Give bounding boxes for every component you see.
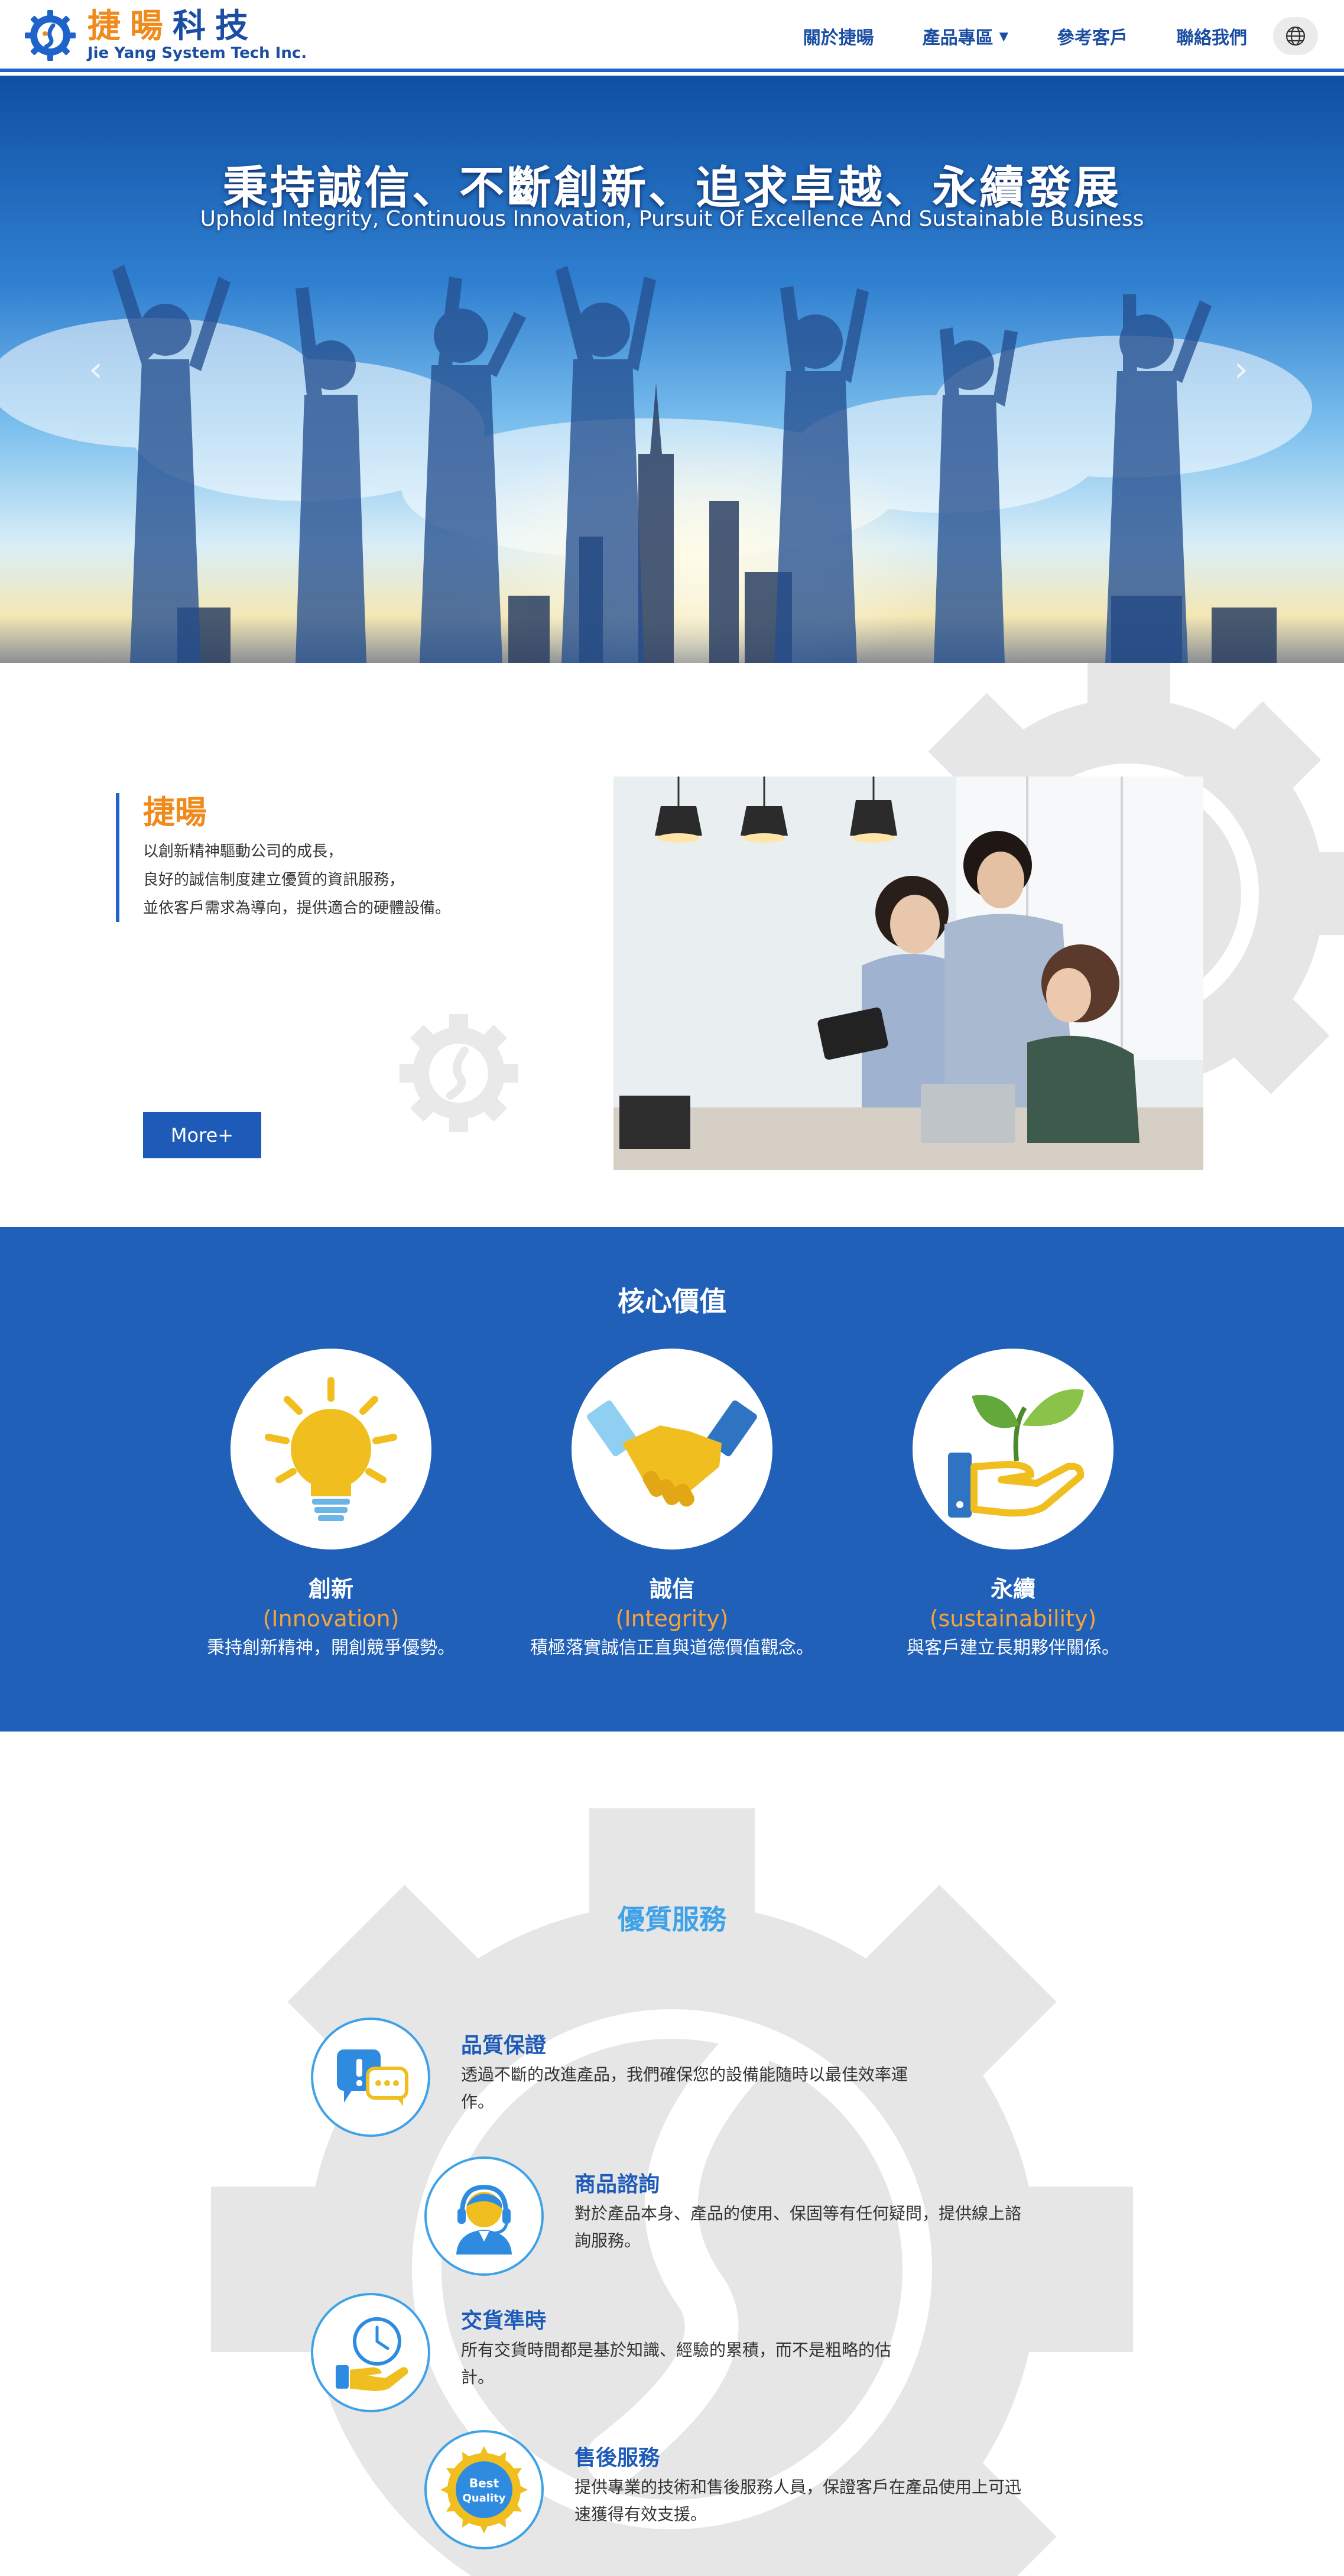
core-values-title: 核心價值 bbox=[618, 1285, 726, 1317]
language-globe-button[interactable] bbox=[1273, 17, 1318, 55]
value-innovation: 創新 (Innovation) 秉持創新精神，開創競爭優勢。 bbox=[177, 1349, 485, 1659]
company-logo[interactable]: 捷暘科技 Jie Yang System Tech Inc. bbox=[24, 7, 307, 64]
about-accent-bar bbox=[116, 793, 119, 922]
about-section: 捷暘 以創新精神驅動公司的成長， 良好的誠信制度建立優質的資訊服務， 並依客戶需… bbox=[0, 663, 1344, 1227]
value-name: 永續 bbox=[990, 1576, 1035, 1602]
value-english-name: (sustainability) bbox=[929, 1606, 1097, 1632]
value-description: 秉持創新精神，開創競爭優勢。 bbox=[207, 1638, 455, 1658]
nav-clients[interactable]: 參考客戶 bbox=[1057, 23, 1128, 49]
service-name: 品質保證 bbox=[461, 2033, 547, 2058]
clock-hand-icon bbox=[311, 2293, 430, 2412]
hero-banner: 秉持誠信、不斷創新、追求卓越、永續發展 Uphold Integrity, Co… bbox=[0, 76, 1344, 663]
service-description: 提供專業的技術和售後服務人員，保證客戶在產品使用上可迅速獲得有效支援。 bbox=[574, 2477, 1022, 2524]
hero-subtitle: Uphold Integrity, Continuous Innovation,… bbox=[200, 207, 1144, 231]
headset-agent-icon bbox=[424, 2156, 544, 2276]
chevron-left-icon[interactable]: ‹ bbox=[89, 349, 103, 390]
lightbulb-icon bbox=[231, 1349, 431, 1550]
value-name: 創新 bbox=[308, 1576, 353, 1602]
value-integrity: 誠信 (Integrity) 積極落實誠信正直與道德價值觀念。 bbox=[518, 1349, 826, 1659]
about-text-line-2: 良好的誠信制度建立優質的資訊服務， bbox=[143, 871, 405, 889]
value-description: 與客戶建立長期夥伴關係。 bbox=[907, 1638, 1119, 1658]
service-name: 交貨準時 bbox=[461, 2309, 547, 2333]
service-description: 透過不斷的改進產品，我們確保您的設備能隨時以最佳效率運作。 bbox=[461, 2065, 908, 2112]
service-name: 售後服務 bbox=[574, 2446, 660, 2470]
nav-contact[interactable]: 聯絡我們 bbox=[1176, 23, 1247, 49]
site-header: 捷暘科技 Jie Yang System Tech Inc. 關於捷暘 產品專區… bbox=[0, 0, 1344, 72]
value-english-name: (Innovation) bbox=[262, 1606, 400, 1632]
service-product-consulting: 商品諮詢 對於產品本身、產品的使用、保固等有任何疑問，提供線上諮詢服務。 bbox=[424, 2156, 1024, 2276]
value-name: 誠信 bbox=[649, 1576, 694, 1602]
about-text-line-3: 並依客戶需求為導向，提供適合的硬體設備。 bbox=[143, 899, 451, 917]
sprout-hand-icon bbox=[913, 1349, 1113, 1550]
services-section: 優質服務 品質保證 透過不斷的改進產品，我們確保您的設備能隨時以最佳效率運作。 bbox=[0, 1732, 1344, 2576]
service-description: 所有交貨時間都是基於知識、經驗的累積，而不是粗略的估計。 bbox=[461, 2340, 892, 2387]
main-nav: 關於捷暘 產品專區 ▼ 參考客戶 聯絡我們 bbox=[803, 13, 1318, 59]
value-english-name: (Integrity) bbox=[615, 1606, 729, 1632]
about-title: 捷暘 bbox=[143, 794, 207, 831]
chevron-right-icon[interactable]: › bbox=[1234, 349, 1248, 390]
small-gear-watermark-icon bbox=[400, 1014, 518, 1132]
globe-icon bbox=[1285, 26, 1306, 46]
service-quality-assurance: 品質保證 透過不斷的改進產品，我們確保您的設備能隨時以最佳效率運作。 bbox=[311, 2018, 910, 2137]
core-values-section: 核心價值 創新 (Innovation) 秉持創新精神，開創競爭優勢。 誠信 (… bbox=[0, 1227, 1344, 1732]
services-title: 優質服務 bbox=[618, 1903, 726, 1935]
badge-line-1: Best bbox=[469, 2476, 499, 2490]
office-team-photo bbox=[613, 777, 1203, 1170]
nav-products[interactable]: 產品專區 ▼ bbox=[923, 23, 1008, 49]
gear-logo-icon bbox=[24, 9, 77, 62]
service-description: 對於產品本身、產品的使用、保固等有任何疑問，提供線上諮詢服務。 bbox=[574, 2204, 1022, 2250]
more-button[interactable]: More+ bbox=[143, 1112, 261, 1158]
service-after-sales: Best Quality 售後服務 提供專業的技術和售後服務人員，保證客戶在產品… bbox=[424, 2430, 1024, 2549]
logo-chinese-name: 捷暘科技 bbox=[87, 7, 258, 46]
value-sustainability: 永續 (sustainability) 與客戶建立長期夥伴關係。 bbox=[859, 1349, 1167, 1659]
nav-about[interactable]: 關於捷暘 bbox=[803, 23, 874, 49]
logo-english-name: Jie Yang System Tech Inc. bbox=[87, 44, 307, 62]
caret-down-icon: ▼ bbox=[999, 29, 1008, 43]
service-on-time-delivery: 交貨準時 所有交貨時間都是基於知識、經驗的累積，而不是粗略的估計。 bbox=[311, 2293, 910, 2412]
chat-alert-icon bbox=[311, 2018, 430, 2137]
value-description: 積極落實誠信正直與道德價值觀念。 bbox=[530, 1638, 814, 1658]
handshake-icon bbox=[572, 1349, 772, 1550]
best-quality-badge-icon: Best Quality bbox=[424, 2430, 544, 2549]
about-text-line-1: 以創新精神驅動公司的成長， bbox=[143, 843, 343, 860]
service-name: 商品諮詢 bbox=[574, 2172, 660, 2197]
badge-line-2: Quality bbox=[463, 2492, 506, 2504]
